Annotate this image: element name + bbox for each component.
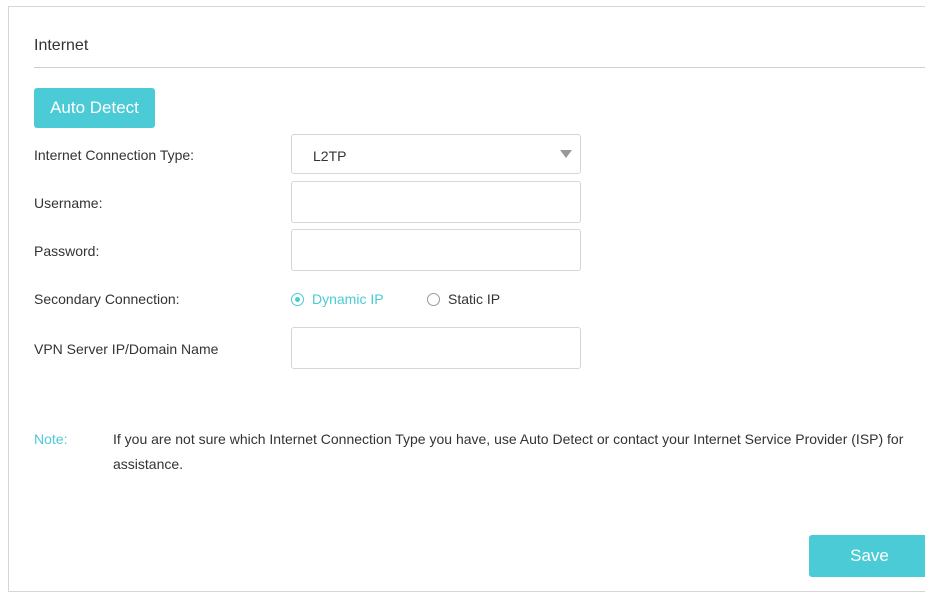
radio-static-ip[interactable]: Static IP — [427, 290, 500, 308]
section-title: Internet — [34, 37, 89, 54]
password-label: Password: — [34, 243, 100, 259]
connection-type-label: Internet Connection Type: — [34, 147, 195, 163]
radio-static-ip-label: Static IP — [448, 291, 501, 307]
radio-dynamic-ip[interactable]: Dynamic IP — [291, 290, 384, 308]
vpn-server-label: VPN Server IP/Domain Name — [34, 341, 219, 357]
caret-down-icon — [560, 150, 572, 158]
password-input[interactable] — [291, 229, 581, 271]
secondary-connection-label: Secondary Connection: — [34, 291, 180, 307]
title-divider — [34, 67, 925, 68]
vpn-server-input[interactable] — [291, 327, 581, 369]
note-label: Note: — [34, 431, 68, 447]
username-input[interactable] — [291, 181, 581, 223]
radio-checked-icon — [291, 292, 304, 306]
internet-settings-panel: Internet Auto Detect Internet Connection… — [8, 6, 925, 592]
username-label: Username: — [34, 195, 103, 211]
auto-detect-button[interactable]: Auto Detect — [34, 88, 155, 128]
note-text: If you are not sure which Internet Conne… — [113, 431, 904, 472]
save-button[interactable]: Save — [809, 535, 925, 577]
connection-type-value: L2TP — [313, 148, 347, 164]
radio-unchecked-icon — [427, 292, 440, 306]
connection-type-select[interactable]: L2TP — [291, 134, 581, 174]
radio-dynamic-ip-label: Dynamic IP — [312, 291, 384, 307]
